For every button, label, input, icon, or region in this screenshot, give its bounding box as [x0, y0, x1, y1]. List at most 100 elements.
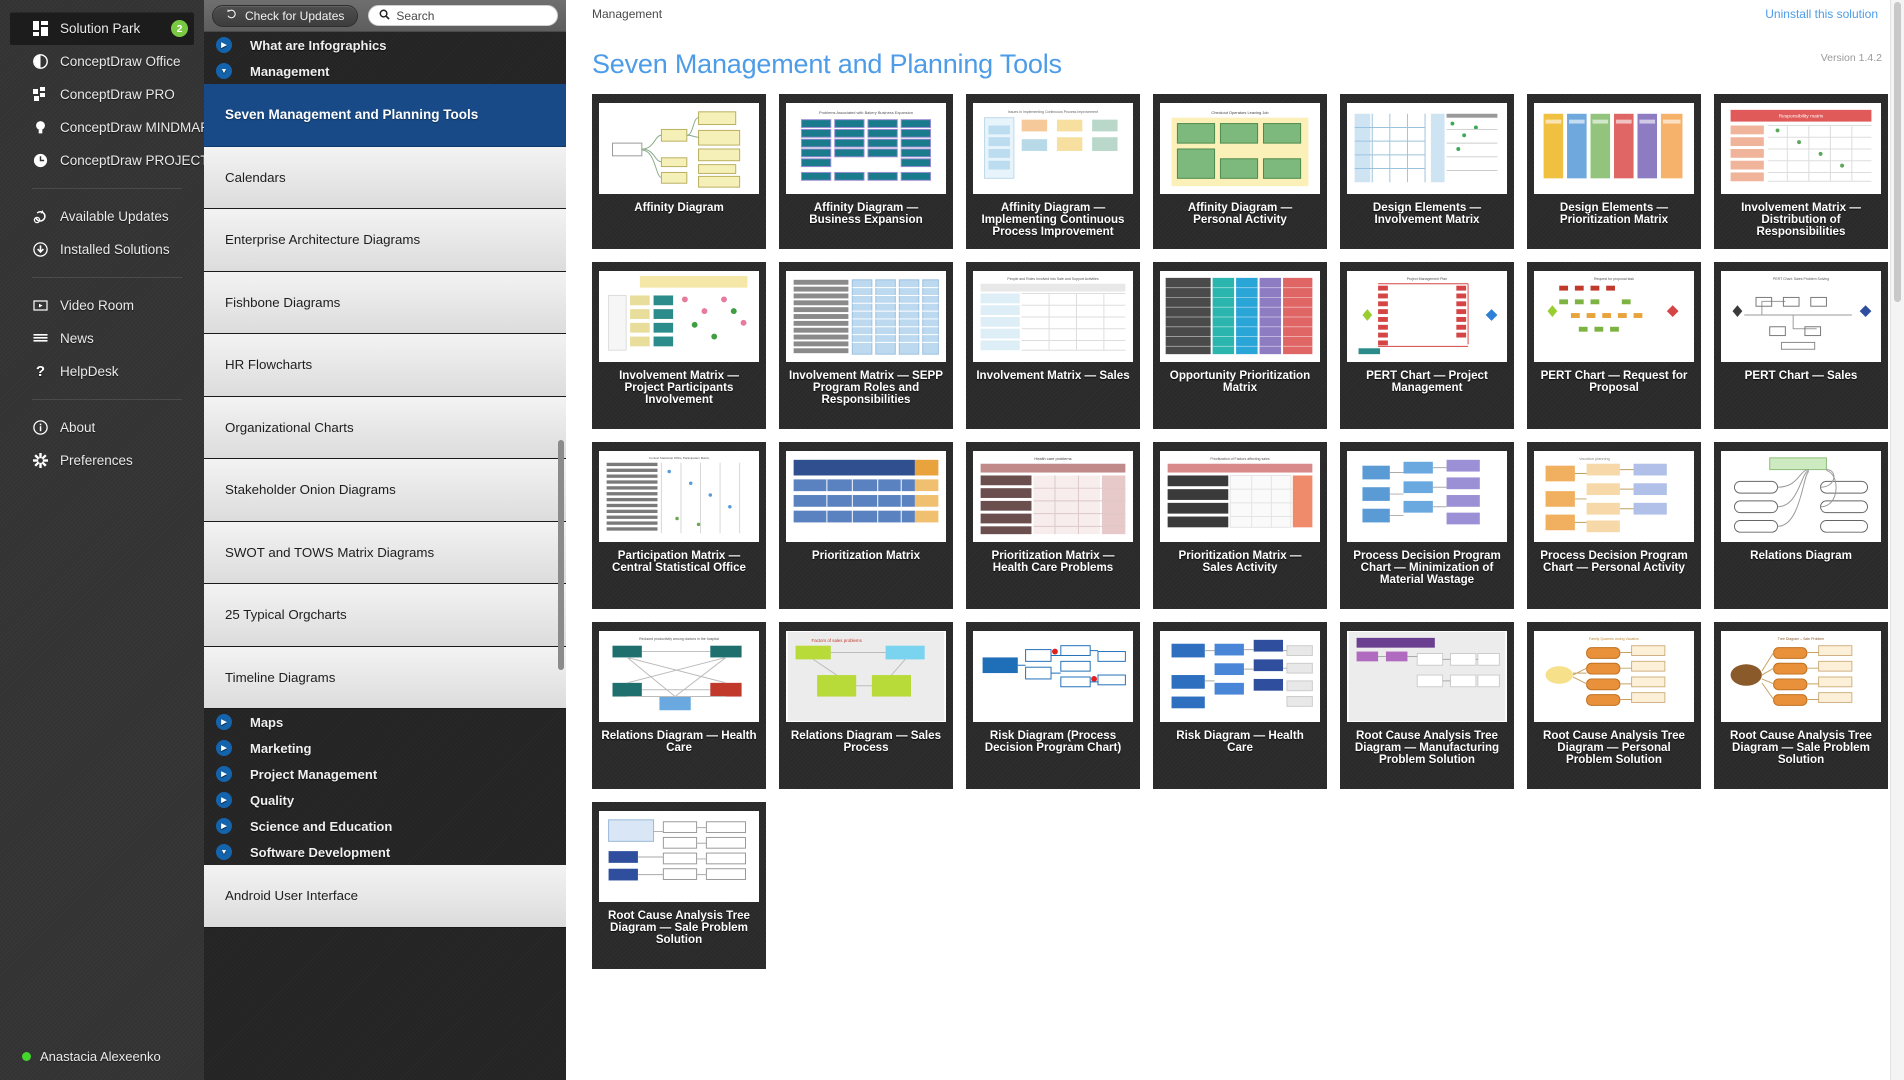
template-tile[interactable]: Involvement Matrix — Project Participant…	[592, 262, 766, 429]
nav-category-quality[interactable]: ▶ Quality	[204, 787, 566, 813]
template-label: Relations Diagram — Health Care	[601, 729, 757, 754]
nav-scrollbar[interactable]	[558, 440, 564, 670]
solution-item-stakeholder-onion-diagrams[interactable]: Stakeholder Onion Diagrams	[204, 459, 566, 522]
template-tile[interactable]: Vacation planning Process Decision Progr…	[1527, 442, 1701, 609]
template-thumbnail	[1721, 451, 1881, 542]
sidebar-item-conceptdraw-office[interactable]: ConceptDraw Office	[10, 45, 194, 78]
template-thumbnail: Request for proposal task	[1534, 271, 1694, 362]
template-tile[interactable]: Request for proposal task PERT Chart — R…	[1527, 262, 1701, 429]
gear-icon	[32, 452, 49, 469]
template-thumbnail: Responsibility matrix	[1721, 103, 1881, 194]
template-tile[interactable]: Factors of sales problems Relations Diag…	[779, 622, 953, 789]
template-tile[interactable]: Reduced productivity among doctors in th…	[592, 622, 766, 789]
template-tile[interactable]: Design Elements — Involvement Matrix	[1340, 94, 1514, 249]
template-thumbnail: Vacation planning	[1534, 451, 1694, 542]
check-for-updates-button[interactable]: Check for Updates	[212, 4, 359, 27]
solution-item-label: Organizational Charts	[225, 419, 354, 435]
nav-category-software-development[interactable]: ▼ Software Development	[204, 839, 566, 865]
uninstall-solution-link[interactable]: Uninstall this solution	[1765, 7, 1878, 21]
sidebar-item-video-room[interactable]: Video Room	[10, 289, 194, 322]
svg-text:Family Quarrels during Vacatio: Family Quarrels during Vacation	[1589, 637, 1639, 641]
solution-item-seven-management-and-planning-tools[interactable]: Seven Management and Planning Tools	[204, 84, 566, 147]
sidebar-item-installed-solutions[interactable]: Installed Solutions	[10, 233, 194, 266]
nav-category-what-are-infographics[interactable]: ▶ What are Infographics	[204, 32, 566, 58]
sidebar-item-conceptdraw-pro[interactable]: ConceptDraw PRO	[10, 78, 194, 111]
solution-item-calendars[interactable]: Calendars	[204, 146, 566, 209]
nav-toolbar: Check for Updates Search	[204, 0, 566, 32]
solution-item-fishbone-diagrams[interactable]: Fishbone Diagrams	[204, 271, 566, 334]
template-label: Involvement Matrix — SEPP Program Roles …	[789, 369, 943, 406]
template-label: Prioritization Matrix — Health Care Prob…	[991, 549, 1115, 574]
template-tile[interactable]: Involvement Matrix — SEPP Program Roles …	[779, 262, 953, 429]
solution-item-label: Enterprise Architecture Diagrams	[225, 232, 421, 248]
template-label: Opportunity Prioritization Matrix	[1169, 369, 1311, 394]
solution-item-hr-flowcharts[interactable]: HR Flowcharts	[204, 334, 566, 397]
svg-text:Health care problems: Health care problems	[1034, 456, 1071, 461]
sidebar-item-label: Installed Solutions	[60, 242, 170, 257]
template-tile[interactable]: Project Management Plan PERT Chart — Pro…	[1340, 262, 1514, 429]
solution-item-organizational-charts[interactable]: Organizational Charts	[204, 396, 566, 459]
sidebar-item-label: Preferences	[60, 453, 133, 468]
nav-category-project-management[interactable]: ▶ Project Management	[204, 761, 566, 787]
nav-category-science-and-education[interactable]: ▶ Science and Education	[204, 813, 566, 839]
template-tile[interactable]: Tree Diagram – Sale Problem Root Cause A…	[1714, 622, 1888, 789]
sidebar-item-news[interactable]: News	[10, 322, 194, 355]
nav-category-management[interactable]: ▼ Management	[204, 58, 566, 84]
template-tile[interactable]: Prioritization of Factors affecting sale…	[1153, 442, 1327, 609]
solution-item-android-user-interface[interactable]: Android User Interface	[204, 865, 566, 928]
sidebar-item-about[interactable]: About	[10, 411, 194, 444]
template-label: Process Decision Program Chart — Minimiz…	[1353, 549, 1501, 586]
template-tile[interactable]: Risk Diagram (Process Decision Program C…	[966, 622, 1140, 789]
user-name: Anastacia Alexeenko	[40, 1049, 161, 1064]
svg-text:Tree Diagram – Sale Problem: Tree Diagram – Sale Problem	[1778, 637, 1824, 641]
template-thumbnail	[599, 811, 759, 902]
template-tile[interactable]: Problems Associated with Bakery Business…	[779, 94, 953, 249]
template-tile[interactable]: Root Cause Analysis Tree Diagram — Manuf…	[1340, 622, 1514, 789]
sidebar-item-conceptdraw-mindmap[interactable]: ConceptDraw MINDMAP	[10, 111, 209, 144]
solution-item-timeline-diagrams[interactable]: Timeline Diagrams	[204, 646, 566, 709]
user-account[interactable]: Anastacia Alexeenko	[22, 1049, 161, 1064]
sidebar-item-solution-park[interactable]: Solution Park 2	[10, 12, 194, 45]
template-tile[interactable]: Affinity Diagram	[592, 94, 766, 249]
template-thumbnail: Family Quarrels during Vacation	[1534, 631, 1694, 722]
sidebar-item-preferences[interactable]: Preferences	[10, 444, 194, 477]
solution-item-label: Android User Interface	[225, 888, 359, 904]
svg-text:Checkout Operators Leaving Job: Checkout Operators Leaving Job	[1211, 110, 1269, 115]
refresh-icon	[226, 8, 238, 23]
svg-text:PERT Chart: Sales Problem Solv: PERT Chart: Sales Problem Solving	[1773, 277, 1829, 281]
template-tile[interactable]: Root Cause Analysis Tree Diagram — Sale …	[592, 802, 766, 969]
template-thumbnail: Central Statistical Office Participation…	[599, 451, 759, 542]
list-lines-icon	[32, 330, 49, 347]
template-tile[interactable]: Central Statistical Office Participation…	[592, 442, 766, 609]
solution-item-swot-and-tows-matrix-diagrams[interactable]: SWOT and TOWS Matrix Diagrams	[204, 521, 566, 584]
template-tile[interactable]: Prioritization Matrix	[779, 442, 953, 609]
template-tile[interactable]: Risk Diagram — Health Care	[1153, 622, 1327, 789]
template-tile[interactable]: Responsibility matrix Involvement Matrix…	[1714, 94, 1888, 249]
template-tile[interactable]: PERT Chart: Sales Problem Solving PERT C…	[1714, 262, 1888, 429]
sidebar-item-available-updates[interactable]: Available Updates	[10, 200, 194, 233]
template-tile[interactable]: Process Decision Program Chart — Minimiz…	[1340, 442, 1514, 609]
nav-category-marketing[interactable]: ▶ Marketing	[204, 735, 566, 761]
template-tile[interactable]: Checkout Operators Leaving Job Affinity …	[1153, 94, 1327, 249]
template-thumbnail: People and Roles Involved into Sale and …	[973, 271, 1133, 362]
template-tile[interactable]: People and Roles Involved into Sale and …	[966, 262, 1140, 429]
template-tile[interactable]: Design Elements — Prioritization Matrix	[1527, 94, 1701, 249]
template-tile[interactable]: Issues in Implementing Continuous Proces…	[966, 94, 1140, 249]
template-tile[interactable]: Relations Diagram	[1714, 442, 1888, 609]
search-icon	[379, 7, 391, 25]
sidebar-item-helpdesk[interactable]: ? HelpDesk	[10, 355, 194, 388]
main-scrollbar[interactable]	[1894, 2, 1901, 302]
svg-text:Project Management Plan: Project Management Plan	[1407, 277, 1447, 281]
solution-item-25-typical-orgcharts[interactable]: 25 Typical Orgcharts	[204, 584, 566, 647]
template-label: Design Elements — Prioritization Matrix	[1559, 201, 1669, 226]
template-thumbnail: Project Management Plan	[1347, 271, 1507, 362]
template-tile[interactable]: Health care problems Prioritization Matr…	[966, 442, 1140, 609]
template-tile[interactable]: Family Quarrels during Vacation Root Cau…	[1527, 622, 1701, 789]
sidebar-item-label: Solution Park	[60, 21, 141, 36]
sidebar-item-conceptdraw-project[interactable]: ConceptDraw PROJECT	[10, 144, 209, 177]
solution-item-enterprise-architecture-diagrams[interactable]: Enterprise Architecture Diagrams	[204, 209, 566, 272]
info-icon	[32, 419, 49, 436]
template-tile[interactable]: Opportunity Prioritization Matrix	[1153, 262, 1327, 429]
nav-category-maps[interactable]: ▶ Maps	[204, 709, 566, 735]
search-input[interactable]: Search	[368, 5, 558, 26]
